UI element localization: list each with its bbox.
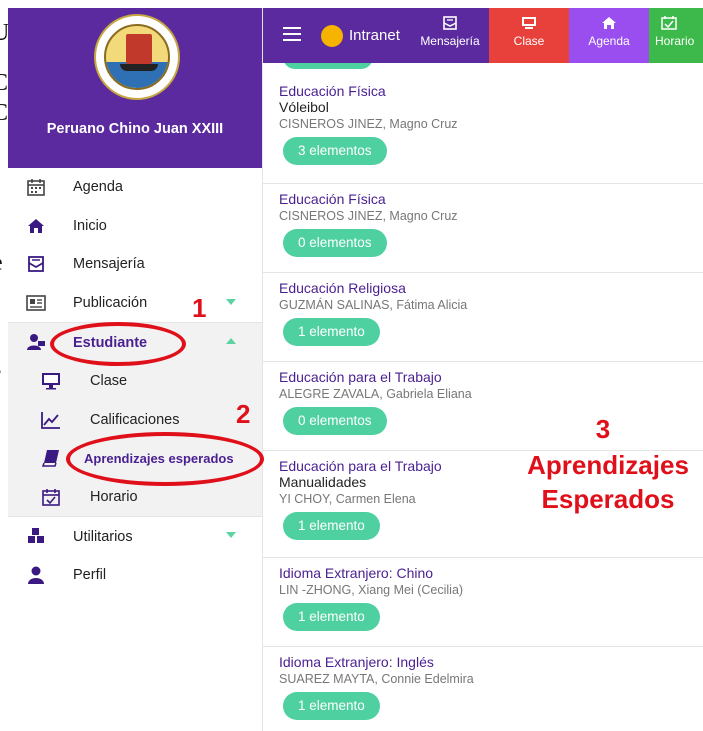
elements-badge[interactable]: 3 elementos — [283, 137, 387, 165]
top-bar: Intranet Mensajería Clase Agenda Horario — [263, 8, 703, 63]
sidebar-item-label: Inicio — [73, 217, 107, 234]
home-icon — [26, 217, 46, 235]
student-icon — [26, 333, 46, 351]
sidebar-item-publicacion[interactable]: Publicación — [8, 284, 262, 323]
calendar-check-icon — [41, 488, 61, 506]
tile-label: Horario — [655, 34, 695, 48]
tile-label: Clase — [513, 34, 545, 48]
course-title: Idioma Extranjero: Chino — [279, 565, 434, 581]
course-teacher: LIN -ZHONG, Xiang Mei (Cecilia) — [279, 583, 464, 597]
course-subtitle: Vóleibol — [279, 99, 329, 115]
elements-badge[interactable]: 1 elemento — [283, 318, 380, 346]
elements-badge[interactable]: 1 elemento — [283, 603, 380, 631]
sidebar-item-label: Calificaciones — [90, 411, 180, 428]
chevron-down-icon[interactable] — [226, 532, 236, 539]
intranet-dot-icon — [321, 24, 343, 47]
chevron-down-icon[interactable] — [226, 298, 236, 305]
home-icon — [601, 16, 617, 30]
chart-line-icon — [41, 411, 61, 429]
sidebar-menu-bottom: Utilitarios Perfil — [8, 517, 262, 594]
cubes-icon — [26, 527, 46, 545]
sidebar-item-label: Perfil — [73, 567, 107, 584]
course-item[interactable]: Educación Física Vóleibol CISNEROS JINEZ… — [263, 63, 703, 184]
course-title: Educación Religiosa — [279, 280, 406, 296]
annotation-oval-aprendizajes — [66, 432, 264, 486]
course-title: Idioma Extranjero: Inglés — [279, 654, 434, 670]
sidebar-item-utilitarios[interactable]: Utilitarios — [8, 517, 262, 556]
newspaper-icon — [26, 294, 46, 312]
course-teacher: GUZMÁN SALINAS, Fátima Alicia — [279, 298, 468, 312]
intranet-label: Intranet — [349, 27, 400, 44]
elements-badge[interactable]: 0 elementos — [283, 229, 387, 257]
message-icon — [442, 16, 458, 30]
course-item[interactable]: Idioma Extranjero: Inglés SUAREZ MAYTA, … — [263, 647, 703, 731]
course-title: Educación Física — [279, 191, 386, 207]
course-teacher: ALEGRE ZAVALA, Gabriela Eliana — [279, 387, 472, 401]
annotation-number-1: 1 — [192, 293, 207, 323]
sidebar-subitem-clase[interactable]: Clase — [8, 362, 262, 401]
course-item[interactable]: Educación Física CISNEROS JINEZ, Magno C… — [263, 184, 703, 273]
course-item[interactable]: Idioma Extranjero: Chino LIN -ZHONG, Xia… — [263, 558, 703, 647]
sidebar-header: Peruano Chino Juan XXIII — [8, 8, 262, 168]
annotation-caption-line2: Esperados — [541, 484, 675, 514]
course-item[interactable]: Educación para el Trabajo ALEGRE ZAVALA,… — [263, 362, 703, 451]
sidebar-item-label: Utilitarios — [73, 528, 133, 545]
tile-label: Mensajería — [420, 34, 480, 48]
sidebar: Peruano Chino Juan XXIII Agenda Inicio M… — [8, 8, 263, 731]
sidebar-item-label: Agenda — [73, 179, 123, 196]
sidebar-item-label: Mensajería — [73, 256, 145, 273]
elements-badge[interactable]: 1 elemento — [283, 512, 380, 540]
tile-agenda[interactable]: Agenda — [569, 8, 649, 63]
school-name: Peruano Chino Juan XXIII — [46, 121, 224, 137]
sidebar-menu: Agenda Inicio Mensajería Publicación — [8, 168, 262, 322]
monitor-icon — [41, 372, 61, 390]
annotation-number-2: 2 — [236, 399, 251, 429]
elements-badge[interactable]: 1 elemento — [283, 692, 380, 720]
course-title: Educación Física — [279, 83, 386, 99]
annotation-caption-line1: Aprendizajes — [527, 450, 689, 480]
course-list: Educación Física Vóleibol CISNEROS JINEZ… — [263, 63, 703, 731]
course-title: Educación para el Trabajo — [279, 369, 442, 385]
chevron-up-icon[interactable] — [226, 338, 236, 345]
book-icon — [41, 449, 61, 467]
calendar-check-icon — [661, 16, 677, 30]
sidebar-item-label: Horario — [90, 489, 138, 506]
sidebar-item-agenda[interactable]: Agenda — [8, 168, 262, 207]
sidebar-item-inicio[interactable]: Inicio — [8, 207, 262, 246]
sidebar-item-perfil[interactable]: Perfil — [8, 556, 262, 595]
screenshot-root: U C C r e s Peruano Chino Juan XXIII Ag — [0, 0, 703, 731]
course-teacher: CISNEROS JINEZ, Magno Cruz — [279, 117, 458, 131]
tile-mensajeria[interactable]: Mensajería — [411, 8, 489, 63]
course-teacher: CISNEROS JINEZ, Magno Cruz — [279, 209, 458, 223]
sidebar-item-mensajeria[interactable]: Mensajería — [8, 245, 262, 284]
elements-badge[interactable]: 0 elementos — [283, 407, 387, 435]
tile-horario[interactable]: Horario — [649, 8, 703, 63]
message-icon — [26, 255, 46, 273]
tile-clase[interactable]: Clase — [489, 8, 569, 63]
annotation-oval-estudiante — [50, 322, 186, 366]
course-item[interactable]: Educación Religiosa GUZMÁN SALINAS, Fáti… — [263, 273, 703, 362]
tile-label: Agenda — [588, 34, 630, 48]
annotation-number-3: 3 — [595, 414, 611, 444]
hamburger-menu-icon[interactable] — [283, 27, 301, 41]
calendar-icon — [26, 178, 46, 196]
school-logo — [94, 14, 180, 100]
user-icon — [26, 566, 46, 584]
intranet-link[interactable]: Intranet — [321, 8, 400, 63]
course-teacher: SUAREZ MAYTA, Connie Edelmira — [279, 672, 474, 686]
background-document-fragment: U C C r e s — [0, 0, 8, 731]
sidebar-item-label: Clase — [90, 373, 128, 390]
monitor-icon — [521, 16, 537, 30]
sidebar-item-label: Publicación — [73, 295, 148, 312]
